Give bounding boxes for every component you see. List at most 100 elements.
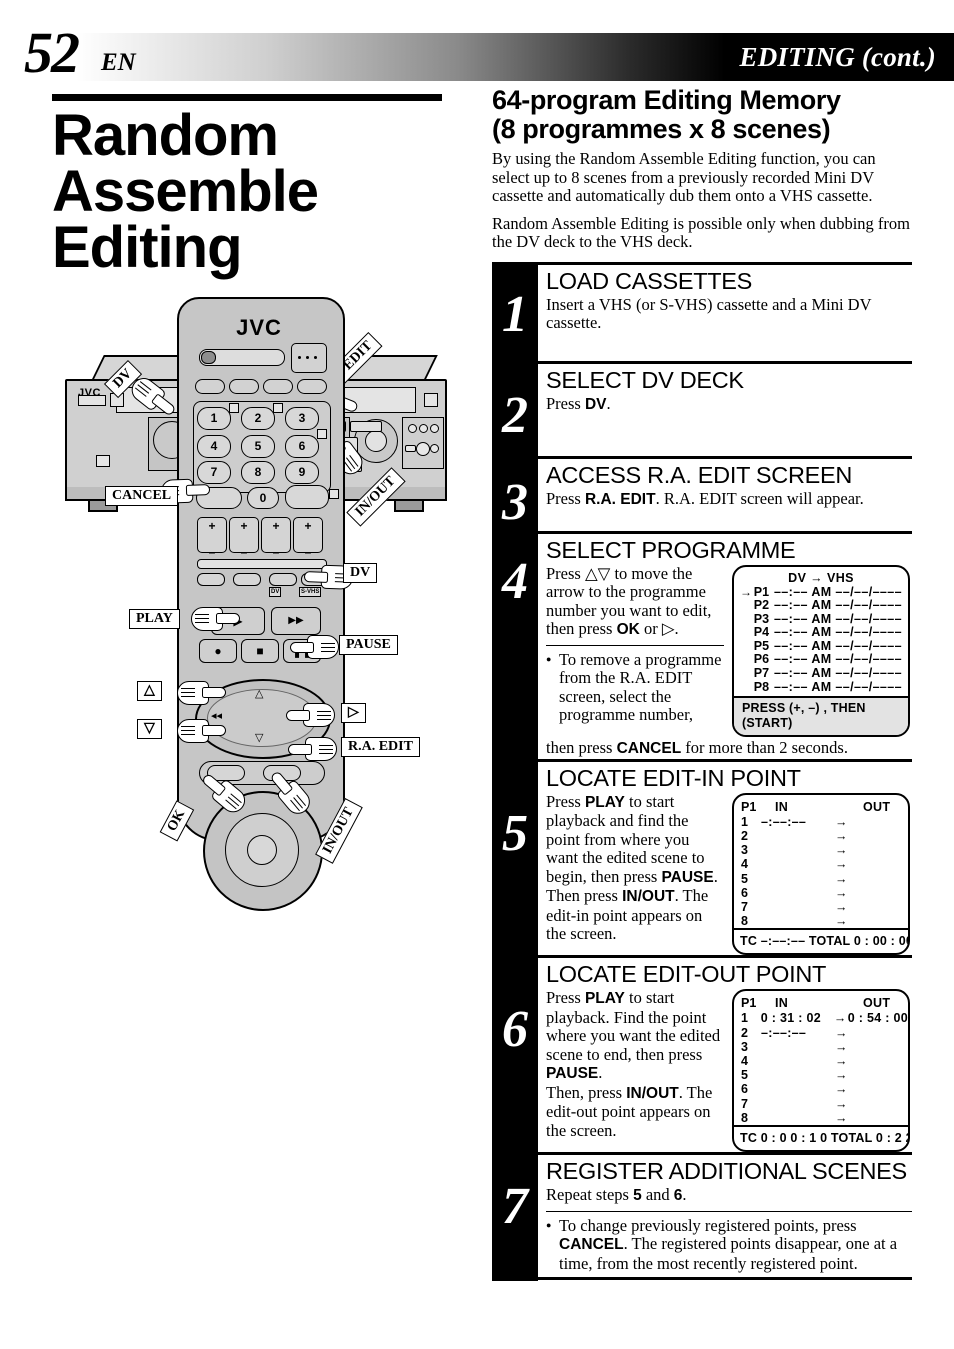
osd-edit-out-row: 7 → bbox=[734, 1097, 908, 1111]
osd-edit-out-row: 4 → bbox=[734, 1054, 908, 1068]
remote-jog-dial-center[interactable] bbox=[247, 835, 277, 865]
step-6-title: LOCATE EDIT-OUT POINT bbox=[546, 961, 827, 988]
osd-row-arrow: → bbox=[835, 1110, 848, 1125]
osd-edit-in-row: 5 → bbox=[734, 872, 908, 886]
osd-row-no: 5 bbox=[741, 871, 748, 886]
remote-menu-button[interactable] bbox=[291, 343, 327, 373]
osd-programme-row: P4 ––:–– AM ––/––/–––– bbox=[740, 626, 902, 640]
osd-edit-out-col-programme: P1 bbox=[741, 996, 757, 1011]
osd-edit-in-col-in: IN bbox=[775, 799, 789, 814]
remote-key-8[interactable]: 8 bbox=[241, 461, 275, 484]
remote-key-0[interactable]: 0 bbox=[247, 487, 279, 509]
remote-minus-3: – bbox=[272, 545, 280, 559]
osd-row-in bbox=[761, 1054, 835, 1068]
osd-row-no: 2 bbox=[741, 828, 748, 843]
remote-button-stop[interactable]: ■ bbox=[241, 639, 279, 663]
osd-row-no: 4 bbox=[741, 1053, 748, 1068]
osd-edit-out-col-in: IN bbox=[775, 996, 789, 1011]
osd-row-arrow: → bbox=[835, 1096, 848, 1111]
remote-plusminus-3[interactable]: + – bbox=[261, 517, 291, 559]
callout-nav-down: ▽ bbox=[137, 719, 162, 739]
callout-remote-ra-edit: R.A. EDIT bbox=[341, 737, 420, 757]
remote-button-r3[interactable] bbox=[263, 379, 293, 394]
osd-programme-label: P5 bbox=[753, 638, 770, 653]
remote-minikey-3[interactable] bbox=[317, 429, 327, 439]
osd-programme-row: P2 ––:–– AM ––/––/–––– bbox=[740, 598, 902, 613]
callout-remote-cancel: CANCEL bbox=[105, 486, 179, 506]
callout-remote-pause: PAUSE bbox=[339, 635, 398, 655]
osd-edit-in-header: P1 IN OUT bbox=[734, 799, 908, 815]
step-4-note-tail: then press CANCEL for more than 2 second… bbox=[546, 738, 848, 758]
remote-plusminus-2[interactable]: + – bbox=[229, 517, 259, 559]
osd-programme-value: ––:–– AM ––/––/–––– bbox=[773, 584, 902, 599]
remote-button-record[interactable]: ● bbox=[199, 639, 237, 663]
hand-pointer-up bbox=[177, 681, 226, 705]
step-1-title: LOAD CASSETTES bbox=[546, 267, 753, 294]
remote-key-1[interactable]: 1 bbox=[197, 407, 231, 430]
osd-programme-rows: → P1 ––:–– AM ––/––/–––– P2 ––:–– AM ––/… bbox=[734, 585, 908, 697]
step-6: 6 LOCATE EDIT-OUT POINT Press PLAY to st… bbox=[492, 955, 912, 1152]
osd-edit-in-col-programme: P1 bbox=[741, 799, 757, 814]
step-7-body: Repeat steps 5 and 6. bbox=[546, 1185, 687, 1204]
osd-row-no: 1 bbox=[741, 1011, 748, 1026]
remote-nav-up-icon[interactable]: △ bbox=[255, 687, 263, 700]
remote-button-fastforward[interactable]: ▶▶ bbox=[271, 607, 321, 635]
remote-slider-knob[interactable] bbox=[201, 351, 216, 364]
remote-minikey-1[interactable] bbox=[229, 403, 239, 413]
osd-programme-screen: DV → VHS → P1 ––:–– AM ––/––/–––– P2 ––:… bbox=[732, 564, 910, 738]
osd-row-in: –:––:–– bbox=[761, 814, 807, 829]
osd-row-in: 0 : 31 : 02 bbox=[760, 1011, 822, 1026]
remote-key-9[interactable]: 9 bbox=[285, 461, 319, 484]
osd-row-no: 6 bbox=[741, 885, 748, 900]
remote-minikey-4[interactable] bbox=[329, 489, 339, 499]
remote-plusminus-1[interactable]: + – bbox=[197, 517, 227, 559]
remote-button-s1[interactable] bbox=[197, 573, 225, 586]
osd-programme-label: P1 bbox=[753, 584, 770, 599]
osd-row-arrow: → bbox=[835, 885, 848, 900]
remote-illustration: JVC 1 2 3 4 5 6 7 8 9 0 + – + – + – + – … bbox=[95, 291, 435, 911]
osd-programme-label: P7 bbox=[753, 666, 770, 681]
osd-row-in bbox=[761, 1068, 835, 1082]
step-4: 4 SELECT PROGRAMME Press △▽ to move the … bbox=[492, 530, 912, 759]
remote-button-r1[interactable] bbox=[195, 379, 225, 394]
remote-button-r2[interactable] bbox=[229, 379, 259, 394]
osd-programme-value: ––:–– AM ––/––/–––– bbox=[773, 598, 902, 613]
osd-edit-out-footer: TC 0 : 0 0 : 1 0 TOTAL 0 : 2 2 : 5 8 bbox=[734, 1125, 908, 1150]
remote-minus-1: – bbox=[208, 545, 216, 559]
osd-row-no: 3 bbox=[741, 843, 748, 858]
osd-edit-out-col-out: OUT bbox=[863, 996, 891, 1011]
osd-row-arrow: → bbox=[835, 899, 848, 914]
remote-button-s2[interactable] bbox=[233, 573, 261, 586]
osd-row-arrow: → bbox=[833, 1011, 847, 1026]
step-3-title: ACCESS R.A. EDIT SCREEN bbox=[546, 461, 853, 488]
remote-minus-2: – bbox=[240, 545, 248, 559]
remote-key-3[interactable]: 3 bbox=[285, 407, 319, 430]
remote-button-r4[interactable] bbox=[297, 379, 327, 394]
osd-edit-in-footer: TC –:––:–– TOTAL 0 : 00 : 00 bbox=[734, 928, 908, 953]
osd-row-no: 3 bbox=[741, 1039, 748, 1054]
remote-key-5[interactable]: 5 bbox=[241, 435, 275, 458]
remote-plusminus-4[interactable]: + – bbox=[293, 517, 323, 559]
osd-row-in bbox=[761, 886, 835, 900]
remote-button-dv[interactable] bbox=[269, 573, 297, 586]
remote-nav-down-icon[interactable]: ▽ bbox=[255, 731, 263, 744]
osd-edit-in-rows: 1 –:––:–– → 2 → 3 → 4 → 5 → 6 → 7 → 8 → bbox=[734, 815, 908, 929]
hand-pointer-right bbox=[286, 703, 335, 727]
osd-edit-out-row: 2 –:––:–– → bbox=[734, 1026, 908, 1040]
remote-key-4[interactable]: 4 bbox=[197, 435, 231, 458]
remote-key-6[interactable]: 6 bbox=[285, 435, 319, 458]
remote-button-side[interactable] bbox=[285, 485, 329, 509]
remote-minikey-2[interactable] bbox=[273, 403, 283, 413]
page-title: Random Assemble Editing bbox=[52, 103, 319, 280]
step-7-title: REGISTER ADDITIONAL SCENES bbox=[546, 1158, 907, 1184]
page-number: 52 bbox=[24, 20, 80, 85]
osd-row-in bbox=[761, 914, 835, 928]
osd-row-no: 5 bbox=[741, 1068, 748, 1083]
step-2-body: Press DV. bbox=[546, 393, 611, 413]
osd-row-in bbox=[761, 872, 835, 886]
osd-programme-label: P4 bbox=[753, 625, 770, 640]
osd-edit-out-screen: P1 IN OUT 1 0 : 31 : 02 → 0 : 54 : 00 2 … bbox=[732, 989, 910, 1152]
step-4-number: 4 bbox=[502, 552, 528, 610]
osd-row-in bbox=[761, 1040, 835, 1054]
remote-key-2[interactable]: 2 bbox=[241, 407, 275, 430]
